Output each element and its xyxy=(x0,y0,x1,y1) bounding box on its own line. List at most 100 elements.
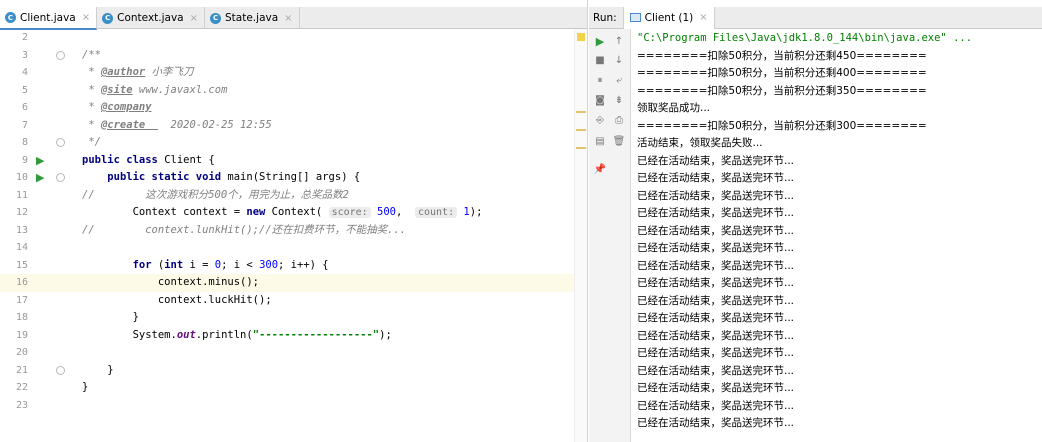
code-line[interactable]: 9 ▶ public class Client { xyxy=(0,152,587,170)
code-line[interactable]: 19 System.out.println("-----------------… xyxy=(0,327,587,345)
code-line[interactable]: 2 xyxy=(0,29,587,47)
camera-icon[interactable]: ◙ xyxy=(592,92,608,108)
code-line[interactable]: 20 xyxy=(0,344,587,362)
line-number[interactable]: 22 xyxy=(0,379,32,397)
editor-error-stripe[interactable] xyxy=(574,29,587,442)
code-text[interactable]: * @create 2020-02-25 12:55 xyxy=(82,117,271,135)
error-stripe-mark[interactable] xyxy=(576,129,586,131)
code-text[interactable]: context.minus(); xyxy=(82,274,259,292)
run-gutter-icon[interactable]: ▶ xyxy=(36,155,44,166)
restore-layout-icon[interactable]: ⎆ xyxy=(592,112,608,128)
code-line[interactable]: 10 ▶ public static void main(String[] arg… xyxy=(0,169,587,187)
code-line[interactable]: 13 // context.lunkHit();//还在扣费环节，不能抽奖... xyxy=(0,222,587,240)
code-area[interactable]: 2 3/** 4 * @author 小李飞刀 5 * @site www.javax… xyxy=(0,29,587,442)
code-text[interactable]: } xyxy=(82,362,113,380)
fold-icon[interactable] xyxy=(56,365,65,375)
console-line: 已经在活动结束，奖品送完环节... xyxy=(637,242,795,254)
code-line[interactable]: 22} xyxy=(0,379,587,397)
code-text[interactable]: } xyxy=(82,309,139,327)
close-icon[interactable]: × xyxy=(190,13,198,24)
line-number[interactable]: 8 xyxy=(0,134,32,152)
code-line[interactable]: 4 * @author 小李飞刀 xyxy=(0,64,587,82)
line-number[interactable]: 5 xyxy=(0,82,32,100)
code-text[interactable]: Context context = new Context( score: 50… xyxy=(82,204,482,222)
fold-icon[interactable] xyxy=(56,173,65,182)
close-icon[interactable]: × xyxy=(699,12,707,23)
fold-icon[interactable] xyxy=(56,50,65,60)
code-editor-pane: C Client.java × C Context.java × C State… xyxy=(0,0,588,442)
line-number[interactable]: 14 xyxy=(0,239,32,257)
code-text[interactable]: */ xyxy=(82,134,101,152)
error-stripe-mark[interactable] xyxy=(576,147,586,149)
code-text[interactable]: for (int i = 0; i < 300; i++) { xyxy=(82,257,329,275)
close-icon[interactable]: × xyxy=(284,13,292,24)
line-number[interactable]: 2 xyxy=(0,29,32,47)
code-line[interactable]: 12 Context context = new Context( score:… xyxy=(0,204,587,222)
code-line[interactable]: 16 context.minus(); xyxy=(0,274,587,292)
print-icon[interactable]: ⎙ xyxy=(611,112,627,128)
scroll-to-end-icon[interactable]: ⇟ xyxy=(611,92,627,108)
code-line[interactable]: 8 */ xyxy=(0,134,587,152)
line-number[interactable]: 23 xyxy=(0,397,32,415)
code-line[interactable]: 23 xyxy=(0,397,587,415)
code-text[interactable]: context.luckHit(); xyxy=(82,292,272,310)
code-text[interactable]: } xyxy=(82,379,88,397)
line-number[interactable]: 3 xyxy=(0,47,32,65)
line-number[interactable]: 18 xyxy=(0,309,32,327)
line-number[interactable]: 11 xyxy=(0,187,32,205)
pin-icon[interactable]: 📌 xyxy=(592,161,608,177)
code-line[interactable]: 11 // 这次游戏积分500个，用完为止，总奖品数2 xyxy=(0,187,587,205)
line-number[interactable]: 9 xyxy=(0,152,32,170)
code-text[interactable]: System.out.println("------------------")… xyxy=(82,327,392,345)
code-text[interactable]: * @site www.javaxl.com xyxy=(82,82,227,100)
layout-icon[interactable]: ▤ xyxy=(592,133,608,149)
line-number[interactable]: 4 xyxy=(0,64,32,82)
code-text[interactable]: public static void main(String[] args) { xyxy=(82,169,360,187)
close-icon[interactable]: × xyxy=(82,12,90,23)
code-line[interactable]: 7 * @create 2020-02-25 12:55 xyxy=(0,117,587,135)
code-line[interactable]: 18 } xyxy=(0,309,587,327)
fold-icon[interactable] xyxy=(56,138,65,147)
line-number[interactable]: 6 xyxy=(0,99,32,117)
error-stripe-mark[interactable] xyxy=(576,111,586,113)
line-number[interactable]: 15 xyxy=(0,257,32,275)
line-number[interactable]: 13 xyxy=(0,222,32,240)
warning-indicator-icon[interactable] xyxy=(577,33,585,41)
line-number[interactable]: 19 xyxy=(0,327,32,345)
code-line[interactable]: 21 } xyxy=(0,362,587,380)
scroll-up-icon[interactable]: ↑ xyxy=(611,33,627,49)
tab-client-java[interactable]: C Client.java × xyxy=(0,7,98,30)
line-number[interactable]: 16 xyxy=(0,274,32,292)
pause-icon[interactable]: ⏸ xyxy=(592,72,608,88)
code-text[interactable]: * @company xyxy=(82,99,151,117)
line-number[interactable]: 7 xyxy=(0,117,32,135)
tab-client-run[interactable]: Client (1) × xyxy=(622,6,715,29)
code-text[interactable]: * @author 小李飞刀 xyxy=(82,64,193,82)
code-text[interactable]: // 这次游戏积分500个，用完为止，总奖品数2 xyxy=(82,187,349,205)
console-line: ========扣除50积分，当前积分还剩300======== xyxy=(637,119,927,132)
rerun-icon[interactable]: ▶ xyxy=(592,33,608,49)
tab-context-java[interactable]: C Context.java × xyxy=(97,7,206,29)
line-number[interactable]: 17 xyxy=(0,292,32,310)
console-output[interactable]: "C:\Program Files\Java\jdk1.8.0_144\bin\… xyxy=(637,29,1042,442)
code-line[interactable]: 3 /** xyxy=(0,47,587,65)
soft-wrap-icon[interactable]: ⤶ xyxy=(611,72,627,88)
code-line[interactable]: 15 for (int i = 0; i < 300; i++) { xyxy=(0,257,587,275)
stop-icon[interactable]: ■ xyxy=(592,52,608,68)
code-text[interactable]: /** xyxy=(82,47,101,65)
scroll-down-icon[interactable]: ↓ xyxy=(611,52,627,68)
code-text[interactable]: public class Client { xyxy=(82,152,215,170)
code-text[interactable]: // context.lunkHit();//还在扣费环节，不能抽奖... xyxy=(82,222,406,240)
line-number[interactable]: 21 xyxy=(0,362,32,380)
code-line[interactable]: 5 * @site www.javaxl.com xyxy=(0,82,587,100)
line-number[interactable]: 10 xyxy=(0,169,32,187)
code-line[interactable]: 17 context.luckHit(); xyxy=(0,292,587,310)
console-line: 已经在活动结束，奖品送完环节... xyxy=(637,329,795,342)
line-number[interactable]: 20 xyxy=(0,344,32,362)
run-gutter-icon[interactable]: ▶ xyxy=(36,172,44,183)
code-line[interactable]: 6 * @company xyxy=(0,99,587,117)
clear-all-icon[interactable]: 🗑 xyxy=(611,133,627,149)
line-number[interactable]: 12 xyxy=(0,204,32,222)
code-line[interactable]: 14 xyxy=(0,239,587,257)
tab-state-java[interactable]: C State.java × xyxy=(205,7,300,29)
